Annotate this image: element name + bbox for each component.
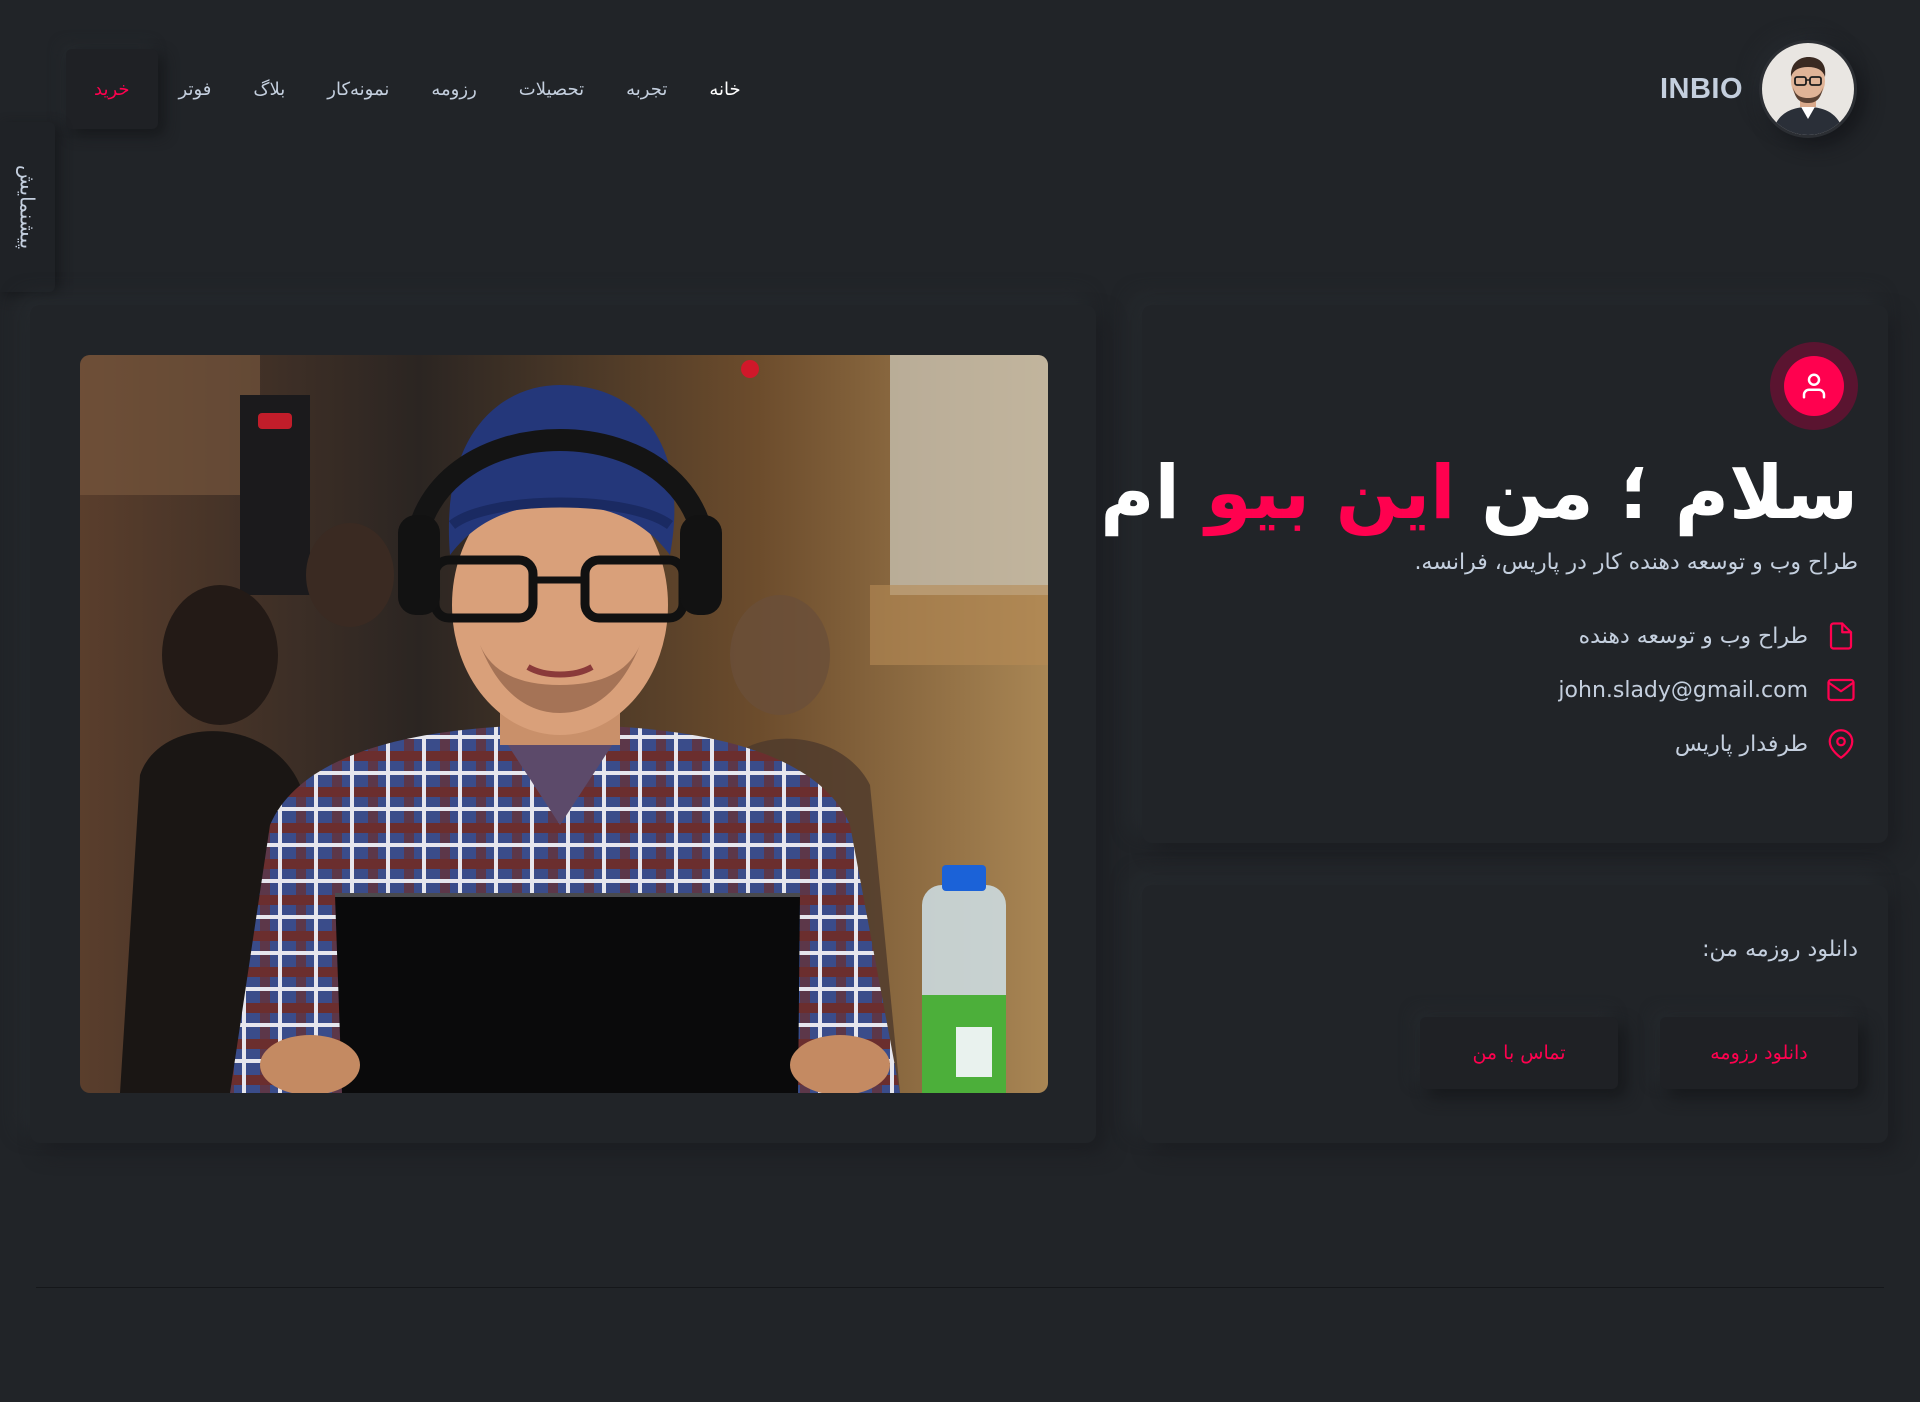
map-pin-icon: [1824, 727, 1858, 761]
preview-side-tab[interactable]: پیشنمایش: [0, 122, 55, 292]
nav-item-footer[interactable]: فوتر: [158, 49, 233, 129]
info-role-text: طراح وب و توسعه دهنده: [1578, 623, 1808, 649]
nav-item-portfolio[interactable]: نمونه‌کار: [306, 49, 410, 129]
intro-title: سلام ؛ من این بیو ام: [1100, 445, 1858, 541]
footer-divider: [36, 1287, 1884, 1288]
contact-info-list: طراح وب و توسعه دهنده john.slady@gmail.c…: [1218, 620, 1858, 760]
download-resume-label: دانلود روزمه من:: [1702, 937, 1858, 962]
nav-item-blog[interactable]: بلاگ: [232, 49, 306, 129]
brand-avatar[interactable]: [1759, 40, 1857, 138]
info-location-text: طرفدار پاریس: [1674, 731, 1808, 757]
download-resume-button[interactable]: دانلود رزومه: [1660, 1017, 1858, 1089]
user-icon: [1784, 356, 1844, 416]
intro-subtitle: طراح وب و توسعه دهنده کار در پاریس، فران…: [1414, 550, 1858, 575]
nav-item-resume[interactable]: رزومه: [410, 49, 497, 129]
hero-photo-illustration: [80, 355, 1048, 1093]
info-row-email[interactable]: john.slady@gmail.com: [1218, 674, 1858, 706]
mail-icon: [1824, 673, 1858, 707]
info-row-location: طرفدار پاریس: [1218, 728, 1858, 760]
preview-side-tab-label: پیشنمایش: [15, 164, 40, 250]
intro-title-part1: سلام ؛ من: [1481, 450, 1858, 536]
main-nav: خرید فوتر بلاگ نمونه‌کار رزومه تحصیلات ت…: [66, 49, 762, 129]
photo-card: [30, 305, 1096, 1143]
brand-name[interactable]: INBIO: [1660, 73, 1743, 106]
nav-item-home[interactable]: خانه: [688, 49, 761, 129]
info-row-role: طراح وب و توسعه دهنده: [1218, 620, 1858, 652]
site-header: INBIO خرید فوتر بلاگ نمونه‌کار رزومه تحص…: [0, 0, 1920, 175]
intro-title-accent: این بیو: [1205, 450, 1456, 536]
info-email-text[interactable]: john.slady@gmail.com: [1558, 678, 1808, 703]
nav-item-education[interactable]: تحصیلات: [498, 49, 605, 129]
intro-title-part2: ام: [1100, 450, 1180, 536]
file-icon: [1824, 619, 1858, 653]
hero-photo: [80, 355, 1048, 1093]
contact-me-button[interactable]: تماس با من: [1420, 1017, 1618, 1089]
portrait-avatar-icon: [1762, 43, 1854, 135]
nav-item-experience[interactable]: تجربه: [605, 49, 688, 129]
nav-item-buy[interactable]: خرید: [66, 49, 158, 129]
download-card: دانلود روزمه من: دانلود رزومه تماس با من: [1142, 885, 1888, 1143]
brand[interactable]: INBIO: [1660, 40, 1857, 138]
intro-badge: [1770, 342, 1858, 430]
intro-card: سلام ؛ من این بیو ام طراح وب و توسعه دهن…: [1100, 305, 1888, 843]
